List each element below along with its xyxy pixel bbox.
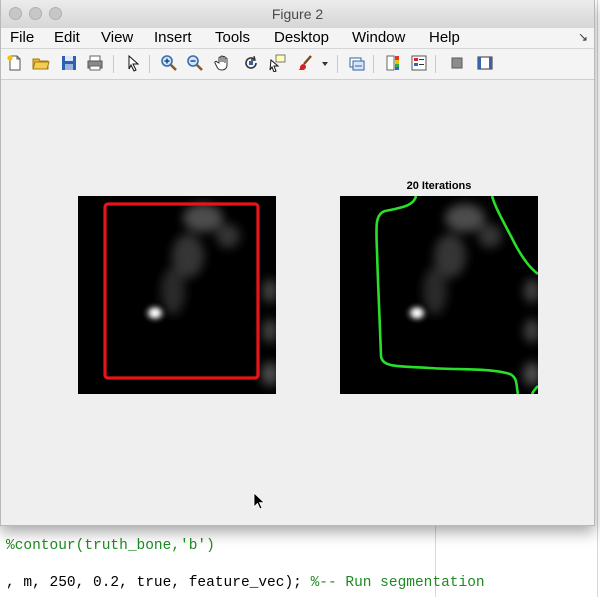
show-plot-tools-icon[interactable]	[475, 53, 495, 73]
menu-dock-arrow-icon[interactable]: ↘	[578, 30, 588, 44]
toolbar-separator	[373, 55, 374, 73]
menu-file[interactable]: File	[10, 29, 34, 46]
code-line-call: , m, 250, 0.2, true, feature_vec);	[6, 575, 311, 591]
data-cursor-icon[interactable]	[267, 53, 287, 73]
axes-initial-mask[interactable]	[78, 196, 276, 394]
zoom-out-icon[interactable]	[185, 53, 205, 73]
axes-title-iterations: 20 Iterations	[406, 180, 472, 192]
menu-view[interactable]: View	[101, 29, 133, 46]
toolbar-separator	[337, 55, 338, 73]
menu-help[interactable]: Help	[429, 29, 460, 46]
insert-legend-icon[interactable]	[409, 53, 429, 73]
edit-plot-arrow-icon[interactable]	[123, 53, 143, 73]
window-title: Figure 2	[271, 6, 324, 22]
zoom-in-icon[interactable]	[159, 53, 179, 73]
menu-bar: File Edit View Insert Tools Desktop Wind…	[1, 28, 594, 49]
open-file-icon[interactable]	[31, 53, 51, 73]
figure-toolbar	[1, 49, 594, 80]
code-line-contour-comment[interactable]: %contour(truth_bone,'b')	[6, 538, 215, 554]
title-bar[interactable]: Figure 2	[1, 0, 594, 29]
toolbar-separator	[435, 55, 436, 73]
new-figure-icon[interactable]	[5, 53, 25, 73]
menu-edit[interactable]: Edit	[54, 29, 80, 46]
brush-dropdown-icon[interactable]	[319, 53, 331, 73]
mouse-pointer-icon	[253, 492, 266, 515]
toolbar-separator	[149, 55, 150, 73]
brush-icon[interactable]	[295, 53, 315, 73]
pan-hand-icon[interactable]	[213, 53, 233, 73]
save-icon[interactable]	[59, 53, 79, 73]
link-plot-icon[interactable]	[347, 53, 367, 73]
print-icon[interactable]	[85, 53, 105, 73]
rotate-3d-icon[interactable]	[241, 53, 261, 73]
axes-segmentation-result[interactable]	[340, 196, 538, 394]
medical-image-right	[340, 196, 538, 394]
menu-tools[interactable]: Tools	[215, 29, 250, 46]
editor-margin-line-right	[597, 0, 598, 597]
figure-window: Figure 2 File Edit View Insert Tools Des…	[0, 0, 595, 526]
menu-window[interactable]: Window	[352, 29, 405, 46]
code-line-run-segmentation[interactable]: , m, 250, 0.2, true, feature_vec); %-- R…	[6, 575, 485, 591]
code-line-comment: %-- Run segmentation	[310, 575, 485, 591]
toolbar-separator	[113, 55, 114, 73]
hide-plot-tools-icon[interactable]	[447, 53, 467, 73]
figure-canvas[interactable]: 20 Iterations	[1, 80, 594, 525]
medical-image-left	[78, 196, 276, 394]
menu-insert[interactable]: Insert	[154, 29, 192, 46]
menu-desktop[interactable]: Desktop	[274, 29, 329, 46]
insert-colorbar-icon[interactable]	[383, 53, 403, 73]
